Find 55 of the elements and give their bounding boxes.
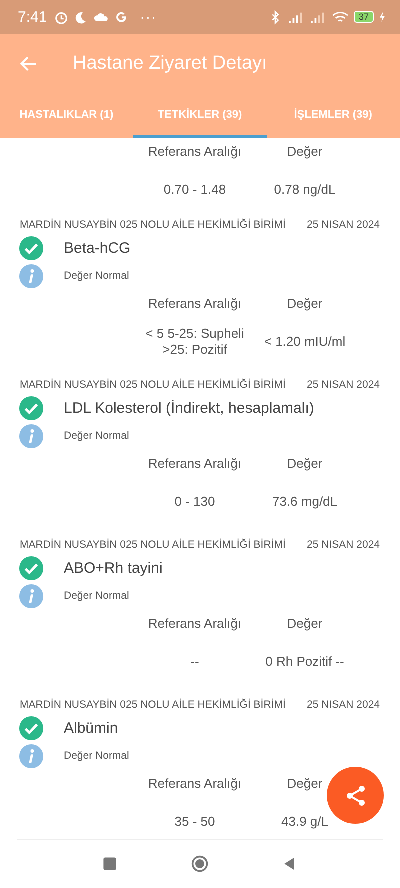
facility-name: MARDİN NUSAYBİN 025 NOLU AİLE HEKİMLİĞİ BİRİMİ (20, 539, 286, 551)
reference-range: < 5 5-25: Supheli >25: Pozitif (144, 325, 246, 359)
test-date: 25 NISAN 2024 (307, 219, 380, 231)
screen-title: Hastane Ziyaret Detayı (73, 53, 268, 75)
facility-name: MARDİN NUSAYBİN 025 NOLU AİLE HEKİMLİĞİ BİRİMİ (20, 379, 286, 391)
test-name: ABO+Rh tayini (64, 560, 163, 576)
battery-indicator: 37 (354, 11, 374, 23)
tab[interactable]: HASTALIKLAR (1) (0, 94, 134, 138)
result-value: 73.6 mg/dL (272, 493, 338, 511)
column-label: Referans Aralığı (148, 295, 242, 313)
test-date: 25 NISAN 2024 (307, 379, 380, 391)
reference-range: 0.70 - 1.48 (164, 181, 226, 199)
tab[interactable]: İŞLEMLER (39) (266, 94, 400, 138)
test-name: Albümin (64, 720, 118, 736)
info-icon[interactable] (19, 584, 44, 608)
result-value: 0 Rh Pozitif -- (266, 653, 344, 671)
column-label: Değer (287, 143, 323, 161)
signal-icon (288, 10, 305, 24)
status-note: Değer Normal (64, 430, 130, 442)
facility-name: MARDİN NUSAYBİN 025 NOLU AİLE HEKİMLİĞİ BİRİMİ (20, 219, 286, 231)
column-label: Referans Aralığı (148, 143, 242, 161)
tab[interactable]: TETKİKLER (39) (133, 94, 267, 138)
column-label: Değer (287, 455, 323, 473)
wifi-icon (332, 10, 349, 24)
facility-name: MARDİN NUSAYBİN 025 NOLU AİLE HEKİMLİĞİ BİRİMİ (20, 699, 286, 711)
result-value: < 1.20 mIU/ml (264, 333, 346, 351)
info-icon[interactable] (19, 424, 44, 448)
reference-range: 35 - 50 (174, 813, 216, 831)
status-note: Değer Normal (64, 270, 130, 282)
status-note: Değer Normal (64, 750, 130, 762)
test-name: Beta-hCG (64, 240, 131, 256)
column-label: Değer (287, 775, 323, 793)
info-icon[interactable] (19, 744, 44, 768)
more-notifications: ··· (140, 9, 158, 25)
home-button[interactable] (191, 855, 209, 873)
column-label: Referans Aralığı (148, 615, 242, 633)
column-label: Referans Aralığı (148, 775, 242, 793)
test-date: 25 NISAN 2024 (307, 539, 380, 551)
recents-button[interactable] (101, 855, 119, 873)
reference-range: -- (190, 653, 200, 671)
alarm-icon (54, 10, 70, 24)
result-value: 0.78 ng/dL (274, 181, 336, 199)
info-icon[interactable] (19, 264, 44, 288)
status-note: Değer Normal (64, 590, 130, 602)
test-date: 25 NISAN 2024 (307, 699, 380, 711)
test-name: LDL Kolesterol (İndirekt, hesaplamalı) (64, 400, 314, 416)
column-label: Değer (287, 295, 323, 313)
signal-icon (310, 10, 327, 24)
g-icon (114, 10, 130, 24)
column-label: Değer (287, 615, 323, 633)
column-label: Referans Aralığı (148, 455, 242, 473)
clock: 7:41 (18, 8, 48, 26)
reference-range: 0 - 130 (174, 493, 216, 511)
result-value: 43.9 g/L (282, 813, 328, 831)
charging-icon (379, 11, 386, 23)
